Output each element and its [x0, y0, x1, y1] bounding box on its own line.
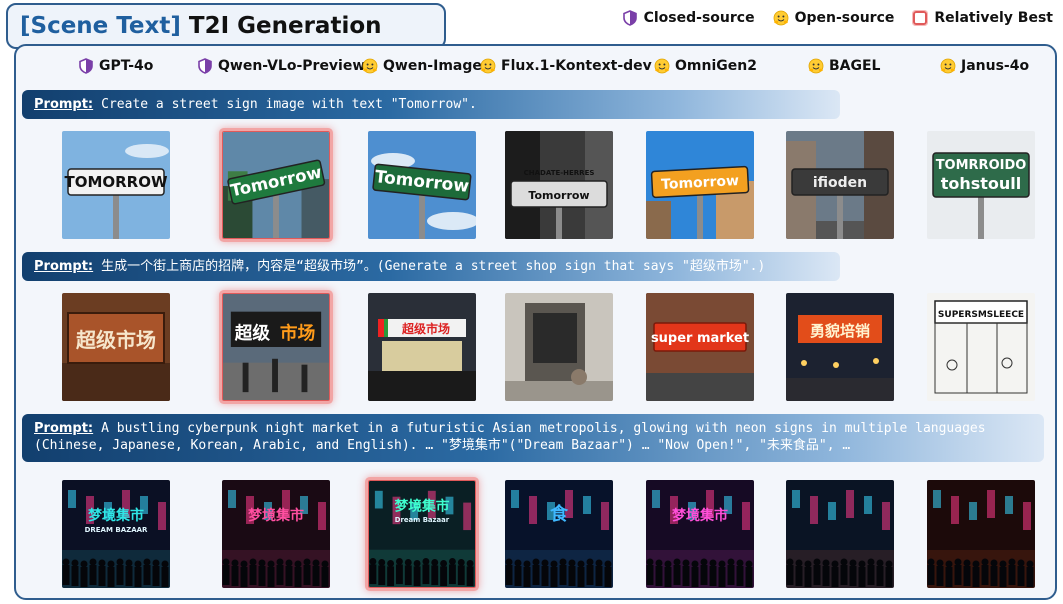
generated-image [505, 293, 613, 401]
svg-text:梦境集市: 梦境集市 [672, 507, 728, 524]
svg-text:梦境集市: 梦境集市 [394, 497, 450, 514]
hugging-face-icon [654, 58, 670, 74]
model-label: Qwen-VLo-Preview [197, 58, 365, 74]
model-label: Janus-4o [940, 58, 1029, 74]
generated-image: Tomorrow [222, 131, 330, 239]
legend-best-label: Relatively Best [934, 10, 1053, 26]
prompt-text: A bustling cyberpunk night market in a f… [34, 421, 986, 453]
svg-text:超级: 超级 [235, 322, 271, 344]
prompt-text: 生成一个街上商店的招牌，内容是“超级市场”。(Generate a street… [101, 259, 766, 274]
prompt-bar-1: Prompt: Create a street sign image with t… [22, 90, 840, 119]
generated-image [786, 480, 894, 588]
generated-image: 梦境集市 DREAM BAZAAR [62, 480, 170, 588]
generated-image: 超级市场 [62, 293, 170, 401]
best-marker-icon [912, 10, 929, 26]
hugging-face-icon [480, 58, 496, 74]
prompt-bar-2: Prompt: 生成一个街上商店的招牌，内容是“超级市场”。(Generate a… [22, 252, 840, 281]
svg-text:超级市场: 超级市场 [75, 328, 156, 352]
model-name: Qwen-Image [383, 58, 482, 74]
svg-text:Dream Bazaar: Dream Bazaar [395, 516, 450, 524]
generated-image: 超级市场 [368, 293, 476, 401]
svg-text:市场: 市场 [280, 322, 315, 344]
hugging-face-icon [808, 58, 824, 74]
model-name: OmniGen2 [675, 58, 757, 74]
legend-closed: Closed-source [622, 10, 755, 26]
svg-text:超级市场: 超级市场 [401, 321, 450, 336]
svg-text:super market: super market [651, 331, 749, 346]
prompt-label: Prompt: [34, 97, 94, 112]
svg-text:Tomorrow: Tomorrow [528, 189, 589, 202]
generated-image: 食 [505, 480, 613, 588]
svg-text:食: 食 [549, 503, 569, 525]
generated-image: 梦境集市 [646, 480, 754, 588]
svg-text:梦境集市: 梦境集市 [88, 507, 144, 524]
hugging-face-icon [362, 58, 378, 74]
legend-open: Open-source [773, 10, 895, 26]
svg-text:tohstoull: tohstoull [941, 174, 1022, 193]
model-name: Qwen-VLo-Preview [218, 58, 366, 74]
model-name: Flux.1-Kontext-dev [501, 58, 652, 74]
shield-icon [622, 10, 638, 26]
hugging-face-icon [940, 58, 956, 74]
prompt-label: Prompt: [34, 259, 94, 274]
svg-text:梦境集市: 梦境集市 [248, 507, 304, 524]
svg-text:勇貌培销: 勇貌培销 [810, 322, 870, 340]
title-tag: [Scene Text] [20, 13, 181, 39]
model-name: Janus-4o [961, 58, 1030, 74]
generated-image: SUPERSMSLEECE [927, 293, 1035, 401]
svg-text:CHADATE-HERRES: CHADATE-HERRES [524, 169, 595, 177]
model-name: BAGEL [829, 58, 881, 74]
hugging-face-icon [773, 10, 789, 26]
model-label: OmniGen2 [654, 58, 757, 74]
generated-image: super market [646, 293, 754, 401]
shield-icon [78, 58, 94, 74]
model-label: BAGEL [808, 58, 880, 74]
generated-image: 梦境集市 Dream Bazaar [368, 480, 476, 588]
figure-title: [Scene Text] T2I Generation [6, 3, 446, 49]
legend-closed-label: Closed-source [643, 10, 755, 26]
legend-best: Relatively Best [912, 10, 1053, 26]
title-text: T2I Generation [188, 13, 382, 39]
model-label: Qwen-Image [362, 58, 482, 74]
generated-image: TOMRROIDO tohstoull [927, 131, 1035, 239]
prompt-bar-3: Prompt: A bustling cyberpunk night market… [22, 414, 1044, 462]
generated-image: TOMORROW [62, 131, 170, 239]
model-label: GPT-4o [78, 58, 153, 74]
generated-image: Tomorrow [646, 131, 754, 239]
model-header: GPT-4o Qwen-VLo-Preview Qwen-Image Flux.1-K… [0, 58, 1063, 82]
generated-image [927, 480, 1035, 588]
generated-image: 梦境集市 [222, 480, 330, 588]
legend: Closed-source Open-source Relatively Bes… [622, 10, 1053, 26]
prompt-text: Create a street sign image with text "To… [101, 97, 477, 112]
svg-text:TOMORROW: TOMORROW [64, 173, 168, 191]
generated-image: Tomorrow [368, 131, 476, 239]
generated-image: 勇貌培销 [786, 293, 894, 401]
generated-image: CHADATE-HERRES Tomorrow [505, 131, 613, 239]
svg-text:SUPERSMSLEECE: SUPERSMSLEECE [938, 310, 1024, 320]
generated-image: 超级市场 [222, 293, 330, 401]
svg-text:TOMRROIDO: TOMRROIDO [936, 158, 1027, 173]
svg-text:ifioden: ifioden [813, 175, 867, 191]
legend-open-label: Open-source [794, 10, 895, 26]
shield-icon [197, 58, 213, 74]
model-name: GPT-4o [99, 58, 154, 74]
model-label: Flux.1-Kontext-dev [480, 58, 652, 74]
prompt-label: Prompt: [34, 421, 94, 436]
generated-image: ifioden [786, 131, 894, 239]
svg-text:DREAM BAZAAR: DREAM BAZAAR [85, 526, 148, 534]
